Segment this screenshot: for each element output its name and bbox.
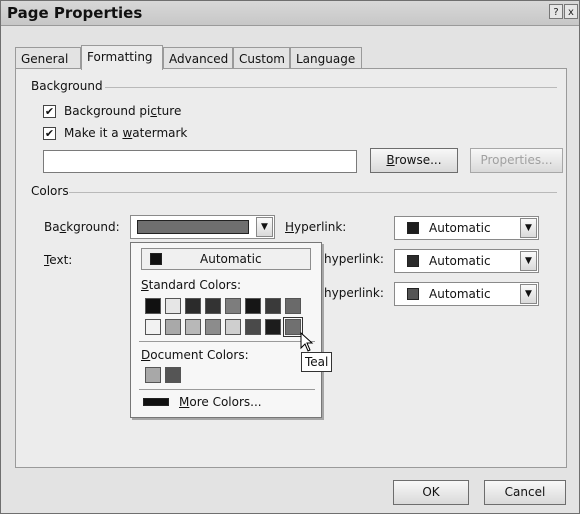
automatic-color-option[interactable]: Automatic [141, 248, 311, 270]
visited-hyperlink-swatch [407, 255, 419, 267]
dropdown-arrow-icon[interactable]: ▼ [520, 284, 537, 304]
check-mark-icon: ✔ [44, 105, 55, 118]
cancel-button[interactable]: Cancel [484, 480, 566, 505]
close-button[interactable]: x [564, 4, 578, 19]
more-colors-label: More Colors... [179, 395, 262, 409]
visited-hyperlink-value: Automatic [429, 254, 491, 268]
standard-color-cell[interactable] [225, 319, 241, 335]
tab-custom[interactable]: Custom [233, 47, 290, 69]
menu-separator [139, 341, 315, 342]
background-picture-label: Background picture [64, 104, 182, 118]
tab-formatting[interactable]: Formatting [81, 45, 163, 70]
active-hyperlink-label: hyperlink: [324, 286, 384, 300]
page-properties-dialog: Page Properties ? x General Formatting A… [0, 0, 580, 514]
tab-advanced[interactable]: Advanced [163, 47, 233, 69]
background-color-dropdown[interactable]: ▼ [130, 215, 275, 239]
hyperlink-label: Hyperlink: [285, 220, 347, 234]
dropdown-arrow-icon[interactable]: ▼ [520, 218, 537, 238]
active-hyperlink-swatch [407, 288, 419, 300]
background-picture-path-input[interactable] [43, 150, 357, 173]
visited-hyperlink-label: hyperlink: [324, 252, 384, 266]
standard-color-cell[interactable] [205, 298, 221, 314]
active-hyperlink-value: Automatic [429, 287, 491, 301]
background-picture-checkbox[interactable]: ✔ [43, 105, 56, 118]
help-button[interactable]: ? [549, 4, 563, 19]
dialog-title: Page Properties [7, 4, 143, 22]
standard-color-cell[interactable] [145, 319, 161, 335]
standard-color-cell[interactable] [185, 319, 201, 335]
dropdown-arrow-icon[interactable]: ▼ [256, 217, 273, 237]
title-bar: Page Properties ? x [1, 1, 579, 26]
ok-button[interactable]: OK [393, 480, 469, 505]
standard-color-cell[interactable] [285, 298, 301, 314]
watermark-label: Make it a watermark [64, 126, 188, 140]
text-color-label: Text: [44, 253, 73, 267]
automatic-swatch [150, 253, 162, 265]
document-color-cell[interactable] [165, 367, 181, 383]
standard-color-cell[interactable] [185, 298, 201, 314]
standard-color-cell[interactable] [205, 319, 221, 335]
background-color-label: Background: [44, 220, 120, 234]
standard-color-cell[interactable] [265, 319, 281, 335]
hyperlink-color-swatch [407, 222, 419, 234]
document-color-cell[interactable] [145, 367, 161, 383]
standard-color-cell[interactable] [265, 298, 281, 314]
watermark-checkbox[interactable]: ✔ [43, 127, 56, 140]
active-hyperlink-dropdown[interactable]: Automatic ▼ [394, 282, 539, 306]
background-group-title: Background [31, 79, 103, 93]
standard-color-cell[interactable] [245, 319, 261, 335]
automatic-label: Automatic [200, 252, 262, 266]
more-colors-option[interactable]: More Colors... [141, 395, 311, 413]
standard-color-cell[interactable] [245, 298, 261, 314]
background-color-swatch [137, 220, 249, 234]
check-mark-icon: ✔ [44, 127, 55, 140]
standard-color-cell[interactable] [165, 298, 181, 314]
group-divider [69, 192, 557, 193]
standard-colors-label: Standard Colors: [141, 278, 242, 292]
dropdown-arrow-icon[interactable]: ▼ [520, 251, 537, 271]
menu-separator [139, 389, 315, 390]
standard-color-cell[interactable] [225, 298, 241, 314]
browse-button[interactable]: Browse... [370, 148, 458, 173]
tab-general[interactable]: General [15, 47, 81, 69]
color-tooltip: Teal [301, 352, 333, 372]
more-colors-swatch [143, 398, 169, 406]
standard-color-cell[interactable] [145, 298, 161, 314]
mouse-pointer-icon [300, 332, 314, 352]
colors-group-title: Colors [31, 184, 69, 198]
document-colors-label: Document Colors: [141, 348, 249, 362]
visited-hyperlink-dropdown[interactable]: Automatic ▼ [394, 249, 539, 273]
standard-color-cell-teal[interactable] [283, 317, 303, 337]
properties-button[interactable]: Properties... [470, 148, 563, 173]
hyperlink-color-dropdown[interactable]: Automatic ▼ [394, 216, 539, 240]
group-divider [105, 87, 557, 88]
color-picker-menu: Automatic Standard Colors: Document Colo… [130, 242, 322, 418]
tab-language[interactable]: Language [290, 47, 362, 69]
hyperlink-color-value: Automatic [429, 221, 491, 235]
standard-color-cell[interactable] [165, 319, 181, 335]
